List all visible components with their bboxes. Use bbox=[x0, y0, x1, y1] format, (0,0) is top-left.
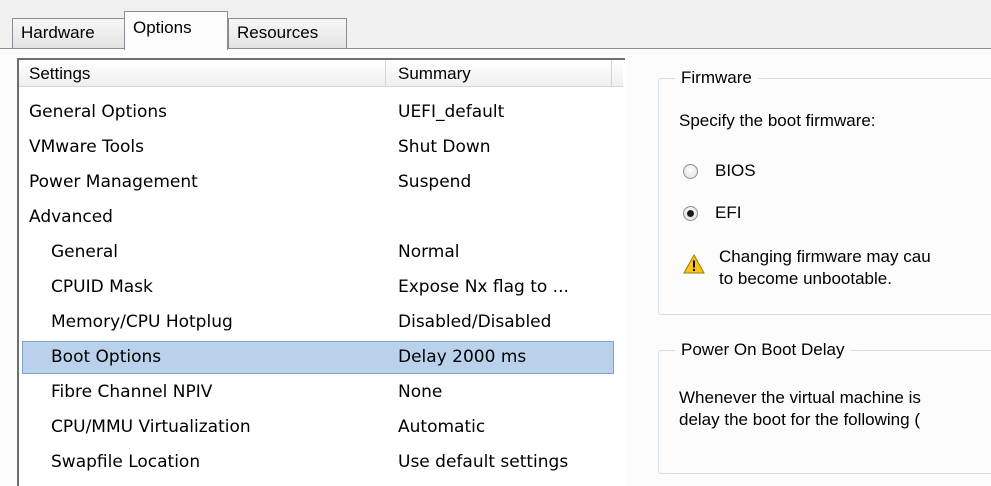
row-setting: Fibre Channel NPIV bbox=[51, 382, 213, 402]
radio-efi-label[interactable]: EFI bbox=[715, 203, 741, 223]
row-summary: Shut Down bbox=[398, 137, 491, 157]
row-setting: Memory/CPU Hotplug bbox=[51, 312, 233, 332]
row-summary: None bbox=[398, 382, 443, 402]
firmware-warning-line1: Changing firmware may cau bbox=[719, 247, 931, 266]
firmware-legend: Firmware bbox=[675, 67, 758, 89]
row-setting: General Options bbox=[29, 102, 167, 122]
row-summary: Expose Nx flag to ... bbox=[398, 277, 569, 297]
row-setting: Power Management bbox=[29, 172, 198, 192]
row-summary: Disabled/Disabled bbox=[398, 312, 552, 332]
column-header-filler bbox=[612, 60, 624, 87]
radio-efi-selected-dot bbox=[687, 210, 694, 217]
tab-resources[interactable]: Resources bbox=[228, 18, 347, 49]
warning-icon bbox=[683, 254, 705, 274]
list-header: Settings Summary bbox=[19, 60, 623, 87]
radio-bios[interactable] bbox=[683, 164, 698, 179]
list-row-general[interactable]: General Normal bbox=[19, 235, 623, 270]
boot-delay-text-line2: delay the boot for the following ( bbox=[679, 410, 920, 429]
row-setting: VMware Tools bbox=[29, 137, 144, 157]
list-row-boot-options[interactable]: Boot Options Delay 2000 ms bbox=[19, 340, 623, 375]
radio-bios-label[interactable]: BIOS bbox=[715, 161, 756, 181]
tab-hardware[interactable]: Hardware bbox=[12, 18, 125, 49]
radio-efi[interactable] bbox=[683, 206, 698, 221]
row-summary: Automatic bbox=[398, 417, 486, 437]
row-summary: Suspend bbox=[398, 172, 472, 192]
list-row-swapfile-location[interactable]: Swapfile Location Use default settings bbox=[19, 445, 623, 480]
row-setting: CPUID Mask bbox=[51, 277, 153, 297]
list-row-fibre-channel-npiv[interactable]: Fibre Channel NPIV None bbox=[19, 375, 623, 410]
row-setting: Boot Options bbox=[51, 347, 162, 367]
settings-list[interactable]: Settings Summary General Options UEFI_de… bbox=[17, 58, 625, 486]
tab-strip: Hardware Options Resources bbox=[0, 0, 991, 50]
list-row-general-options[interactable]: General Options UEFI_default bbox=[19, 95, 623, 130]
tab-options[interactable]: Options bbox=[124, 11, 228, 50]
list-row-cpu-mmu-virtualization[interactable]: CPU/MMU Virtualization Automatic bbox=[19, 410, 623, 445]
row-summary: UEFI_default bbox=[398, 102, 505, 122]
row-summary: Delay 2000 ms bbox=[398, 347, 527, 367]
list-row-cpuid-mask[interactable]: CPUID Mask Expose Nx flag to ... bbox=[19, 270, 623, 305]
row-summary: Use default settings bbox=[398, 452, 569, 472]
row-summary: Normal bbox=[398, 242, 460, 262]
boot-delay-group: Power On Boot Delay Whenever the virtual… bbox=[658, 339, 991, 474]
list-row-power-management[interactable]: Power Management Suspend bbox=[19, 165, 623, 200]
list-row-vmware-tools[interactable]: VMware Tools Shut Down bbox=[19, 130, 623, 165]
row-setting: CPU/MMU Virtualization bbox=[51, 417, 251, 437]
boot-delay-text-line1: Whenever the virtual machine is bbox=[679, 388, 921, 407]
row-setting: Swapfile Location bbox=[51, 452, 201, 472]
firmware-prompt: Specify the boot firmware: bbox=[679, 111, 876, 130]
row-setting: Advanced bbox=[29, 207, 113, 227]
column-header-settings[interactable]: Settings bbox=[19, 60, 386, 87]
list-row-advanced[interactable]: Advanced bbox=[19, 200, 623, 235]
firmware-group: Firmware Specify the boot firmware: BIOS… bbox=[658, 67, 991, 315]
column-header-summary[interactable]: Summary bbox=[386, 60, 612, 87]
list-row-memory-cpu-hotplug[interactable]: Memory/CPU Hotplug Disabled/Disabled bbox=[19, 305, 623, 340]
firmware-warning-line2: to become unbootable. bbox=[719, 269, 892, 288]
row-setting: General bbox=[51, 242, 118, 262]
boot-delay-legend: Power On Boot Delay bbox=[675, 339, 851, 361]
